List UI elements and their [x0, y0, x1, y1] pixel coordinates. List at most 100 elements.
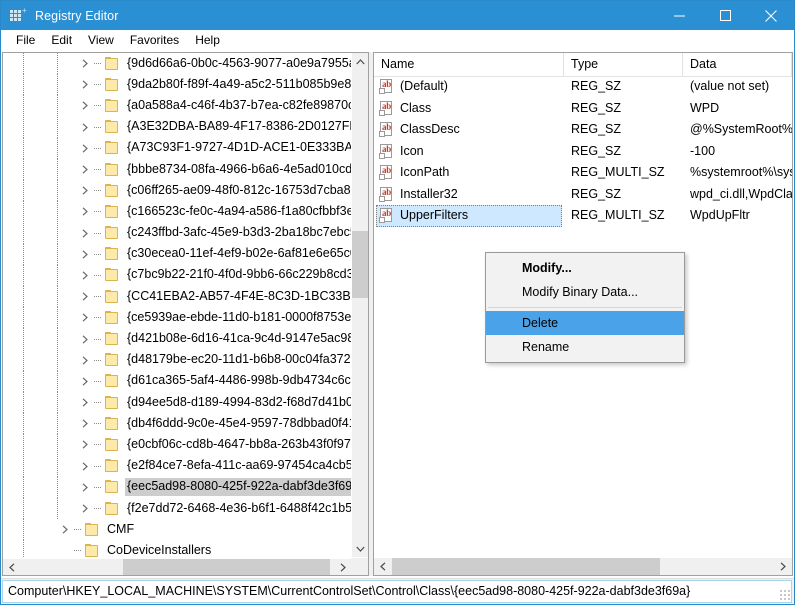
tree-item[interactable]: {db4f6ddd-9c0e-45e4-9597-78dbbad0f412}	[3, 413, 351, 435]
client-area: {9d6d66a6-0b0c-4563-9077-a0e9a7955ae4} {9…	[1, 51, 794, 578]
tree-expand-chevron-icon[interactable]	[77, 165, 93, 174]
context-menu-item[interactable]: Delete	[486, 311, 684, 335]
tree-guide-line	[93, 350, 104, 371]
tree-guide-line	[93, 477, 104, 498]
tree-vertical-scroll-thumb[interactable]	[352, 231, 368, 298]
registry-value-row[interactable]: ab (Default) REG_SZ (value not set)	[374, 76, 792, 98]
menu-edit[interactable]: Edit	[43, 31, 80, 50]
value-context-menu[interactable]: Modify... Modify Binary Data... Delete Rena…	[485, 252, 685, 363]
tree-horizontal-scrollbar[interactable]	[3, 558, 351, 575]
maximize-button[interactable]	[702, 1, 748, 30]
tree-expand-chevron-icon[interactable]	[77, 462, 93, 471]
tree-expand-chevron-icon[interactable]	[77, 207, 93, 217]
tree-item[interactable]: {e0cbf06c-cd8b-4647-bb8a-263b43f0f974}	[3, 434, 351, 456]
value-name: ClassDesc	[400, 122, 460, 136]
tree-scroll-down-button[interactable]	[352, 540, 368, 557]
tree-item[interactable]: {c7bc9b22-21f0-4f0d-9bb6-66c229b8cd33}	[3, 264, 351, 287]
tree-item[interactable]: {c243ffbd-3afc-45e9-b3d3-2ba18bc7ebc5}	[3, 222, 351, 244]
tree-item[interactable]: {d48179be-ec20-11d1-b6b8-00c04fa372a7}	[3, 349, 351, 371]
minimize-button[interactable]	[656, 1, 702, 30]
tree-scroll-up-button[interactable]	[352, 53, 368, 70]
tree-expand-chevron-icon[interactable]	[77, 377, 93, 386]
tree-expand-chevron-icon[interactable]	[77, 440, 93, 450]
tree-expand-chevron-icon[interactable]	[77, 59, 93, 68]
context-menu-item[interactable]: Modify Binary Data...	[486, 280, 684, 304]
tree-expand-chevron-icon[interactable]	[77, 313, 93, 322]
tree-expand-chevron-icon[interactable]	[77, 271, 93, 280]
tree-expand-chevron-icon[interactable]	[57, 525, 73, 534]
column-header-name[interactable]: Name	[374, 53, 564, 76]
tree-item[interactable]: {A73C93F1-9727-4D1D-ACE1-0E333BA4E7DB}	[3, 137, 351, 159]
tree-item[interactable]: {A3E32DBA-BA89-4F17-8386-2D0127FBD4CC}	[3, 116, 351, 138]
status-bar: Computer\HKEY_LOCAL_MACHINE\SYSTEM\Curre…	[1, 578, 794, 604]
tree-item[interactable]: {a0a588a4-c46f-4b37-b7ea-c82fe89870c6}	[3, 95, 351, 117]
tree-item[interactable]: {d61ca365-5af4-4486-998b-9db4734c6ca3}	[3, 370, 351, 392]
tree-expand-chevron-icon[interactable]	[77, 398, 93, 407]
folder-icon	[104, 162, 120, 177]
tree-expand-chevron-icon[interactable]	[77, 292, 93, 301]
tree-item[interactable]: {ce5939ae-ebde-11d0-b181-0000f8753ec4}	[3, 307, 351, 329]
registry-value-row[interactable]: ab UpperFilters REG_MULTI_SZ WpdUpFltr	[374, 205, 792, 227]
list-horizontal-scroll-thumb[interactable]	[392, 558, 660, 575]
folder-icon	[104, 395, 120, 410]
registry-value-row[interactable]: ab Installer32 REG_SZ wpd_ci.dll,WpdClas	[374, 184, 792, 206]
context-menu-item[interactable]: Modify...	[486, 256, 684, 280]
tree-item[interactable]: {c166523c-fe0c-4a94-a586-f1a80cfbbf3e}	[3, 201, 351, 223]
tree-item[interactable]: {c06ff265-ae09-48f0-812c-16753d7cba83}	[3, 180, 351, 202]
tree-expand-chevron-icon[interactable]	[77, 356, 93, 365]
tree-item[interactable]: {9da2b80f-f89f-4a49-a5c2-511b085b9e8a}	[3, 74, 351, 96]
list-horizontal-scrollbar[interactable]	[374, 557, 792, 575]
tree-item[interactable]: {e2f84ce7-8efa-411c-aa69-97454ca4cb57}	[3, 455, 351, 477]
tree-item[interactable]: CoDeviceInstallers	[3, 540, 351, 557]
tree-item[interactable]: {d94ee5d8-d189-4994-83d2-f68d7d41b0e6}	[3, 392, 351, 414]
resize-grip-icon[interactable]	[779, 589, 791, 601]
registry-tree[interactable]: {9d6d66a6-0b0c-4563-9077-a0e9a7955ae4} {9…	[3, 53, 351, 557]
registry-value-row[interactable]: ab Icon REG_SZ -100	[374, 141, 792, 163]
value-name: UpperFilters	[400, 208, 469, 222]
folder-icon	[104, 56, 120, 71]
tree-expand-chevron-icon[interactable]	[77, 250, 93, 259]
column-header-data[interactable]: Data	[683, 53, 792, 76]
folder-icon	[104, 204, 120, 219]
tree-item[interactable]: CMF	[3, 519, 351, 541]
folder-icon	[104, 268, 120, 282]
registry-value-row[interactable]: ab Class REG_SZ WPD	[374, 98, 792, 120]
value-data: -100	[690, 143, 716, 158]
tree-expand-chevron-icon[interactable]	[77, 483, 93, 492]
tree-expand-chevron-icon[interactable]	[77, 101, 93, 111]
tree-expand-chevron-icon[interactable]	[77, 334, 93, 344]
tree-expand-chevron-icon[interactable]	[77, 228, 93, 238]
tree-item[interactable]: {9d6d66a6-0b0c-4563-9077-a0e9a7955ae4}	[3, 53, 351, 75]
tree-scroll-left-button[interactable]	[3, 559, 20, 575]
menu-favorites[interactable]: Favorites	[122, 31, 187, 50]
tree-item[interactable]: {CC41EBA2-AB57-4F4E-8C3D-1BC33B1E74E3}	[3, 286, 351, 308]
context-menu-item[interactable]: Rename	[486, 335, 684, 359]
tree-scroll-right-button[interactable]	[334, 559, 351, 575]
menu-help[interactable]: Help	[187, 31, 228, 50]
registry-value-row[interactable]: ab IconPath REG_MULTI_SZ %systemroot%\syst	[374, 162, 792, 184]
value-name: Class	[400, 100, 432, 115]
menu-file[interactable]: File	[8, 31, 43, 50]
tree-expand-chevron-icon[interactable]	[77, 123, 93, 132]
tree-item-label: {d421b08e-6d16-41ca-9c4d-9147e5ac98e0}	[127, 331, 351, 346]
registry-value-row[interactable]: abClassDescREG_SZ@%SystemRoot%\S	[374, 119, 792, 141]
tree-vertical-scrollbar[interactable]	[351, 53, 368, 557]
tree-expand-chevron-icon[interactable]	[77, 80, 93, 89]
tree-item-label: {c7bc9b22-21f0-4f0d-9bb6-66c229b8cd33}	[127, 267, 351, 282]
column-header-type[interactable]: Type	[564, 53, 683, 76]
tree-item[interactable]: {bbbe8734-08fa-4966-b6a6-4e5ad010cdd7}	[3, 158, 351, 181]
tree-item-label: {bbbe8734-08fa-4966-b6a6-4e5ad010cdd7}	[127, 161, 351, 176]
tree-item[interactable]: {c30ecea0-11ef-4ef9-b02e-6af81e6e65c0}	[3, 243, 351, 265]
tree-expand-chevron-icon[interactable]	[77, 144, 93, 153]
tree-expand-chevron-icon[interactable]	[77, 504, 93, 513]
close-button[interactable]	[748, 1, 794, 30]
tree-expand-chevron-icon[interactable]	[77, 186, 93, 195]
tree-expand-chevron-icon[interactable]	[77, 419, 93, 428]
list-scroll-left-button[interactable]	[374, 558, 392, 575]
tree-item[interactable]: {eec5ad98-8080-425f-922a-dabf3de3f69a}	[3, 476, 351, 498]
menu-view[interactable]: View	[80, 31, 122, 50]
tree-horizontal-scroll-thumb[interactable]	[123, 559, 330, 575]
tree-item[interactable]: {d421b08e-6d16-41ca-9c4d-9147e5ac98e0}	[3, 328, 351, 350]
list-scroll-right-button[interactable]	[774, 558, 792, 575]
tree-item[interactable]: {f2e7dd72-6468-4e36-b6f1-6488f42c1b52}	[3, 497, 351, 520]
